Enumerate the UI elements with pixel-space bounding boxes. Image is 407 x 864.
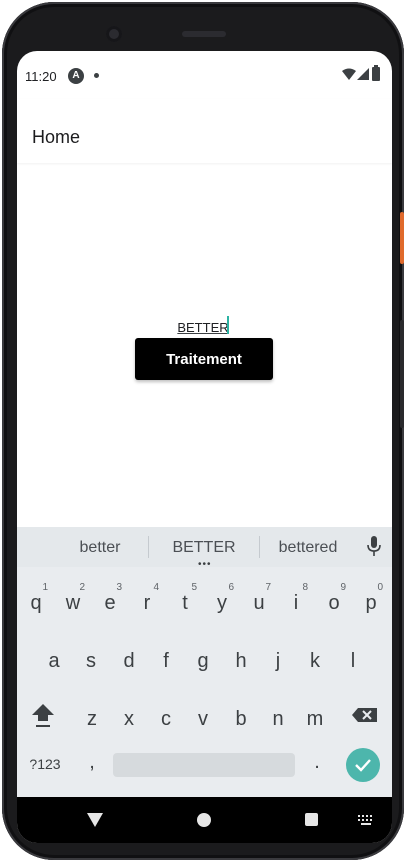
suggestion-strip: better BETTER bettered ••• (17, 527, 392, 570)
backspace-key[interactable] (343, 693, 387, 737)
traitement-button[interactable]: Traitement (135, 338, 273, 380)
key-e[interactable]: 3e (94, 579, 126, 623)
key-x[interactable]: x (113, 695, 145, 739)
shift-key[interactable] (21, 693, 65, 737)
shift-icon (32, 704, 54, 727)
home-icon[interactable] (197, 813, 211, 827)
keyboard-switch-icon[interactable] (358, 815, 374, 825)
key-t[interactable]: 5t (169, 579, 201, 623)
checkmark-icon (355, 759, 371, 772)
key-o[interactable]: 9o (318, 579, 350, 623)
key-b[interactable]: b (225, 695, 257, 739)
key-r[interactable]: 4r (131, 579, 163, 623)
key-k[interactable]: k (299, 637, 331, 681)
power-button (400, 212, 404, 264)
more-suggestions-icon[interactable]: ••• (198, 559, 212, 570)
key-v[interactable]: v (187, 695, 219, 739)
key-z[interactable]: z (76, 695, 108, 739)
key-c[interactable]: c (150, 695, 182, 739)
screen: 11:20 A Home Traitement better BETTER (17, 51, 392, 843)
app-bar: Home (17, 99, 392, 163)
microphone-icon[interactable] (367, 536, 381, 558)
suggestion-item[interactable]: bettered (253, 539, 363, 557)
key-w[interactable]: 2w (57, 579, 89, 623)
signal-icon (357, 68, 369, 80)
key-l[interactable]: l (337, 637, 369, 681)
key-i[interactable]: 8i (280, 579, 312, 623)
key-m[interactable]: m (299, 695, 331, 739)
key-g[interactable]: g (187, 637, 219, 681)
navigation-bar (17, 797, 392, 843)
key-p[interactable]: 0p (355, 579, 387, 623)
period-key[interactable]: . (305, 751, 329, 774)
front-camera (106, 26, 122, 42)
space-key[interactable] (113, 753, 295, 777)
notification-dot-icon (94, 73, 99, 78)
main-content: Traitement (17, 163, 392, 527)
status-bar: 11:20 A (17, 51, 392, 99)
page-title: Home (32, 127, 81, 147)
earpiece-speaker (182, 31, 226, 37)
android-notification-icon: A (68, 68, 84, 84)
back-icon[interactable] (87, 813, 103, 827)
key-d[interactable]: d (113, 637, 145, 681)
recents-icon[interactable] (305, 813, 318, 826)
volume-button (400, 320, 404, 428)
comma-key[interactable]: , (77, 751, 107, 774)
key-u[interactable]: 7u (243, 579, 275, 623)
wifi-icon (342, 68, 356, 80)
status-time: 11:20 (25, 69, 57, 84)
key-a[interactable]: a (38, 637, 70, 681)
battery-icon (372, 65, 380, 81)
phone-frame: 11:20 A Home Traitement better BETTER (2, 2, 404, 860)
key-f[interactable]: f (150, 637, 182, 681)
text-input[interactable] (175, 317, 231, 337)
key-j[interactable]: j (262, 637, 294, 681)
symbols-key[interactable]: ?123 (21, 756, 69, 772)
key-y[interactable]: 6y (206, 579, 238, 623)
key-q[interactable]: 1q (20, 579, 52, 623)
key-n[interactable]: n (262, 695, 294, 739)
suggestion-item[interactable]: better (45, 539, 155, 557)
suggestion-item[interactable]: BETTER (149, 539, 259, 557)
key-s[interactable]: s (75, 637, 107, 681)
text-caret (227, 316, 229, 334)
enter-key[interactable] (346, 748, 380, 782)
key-h[interactable]: h (225, 637, 257, 681)
backspace-icon (352, 708, 377, 722)
soft-keyboard: better BETTER bettered ••• 1q 2w 3e 4r 5… (17, 527, 392, 797)
